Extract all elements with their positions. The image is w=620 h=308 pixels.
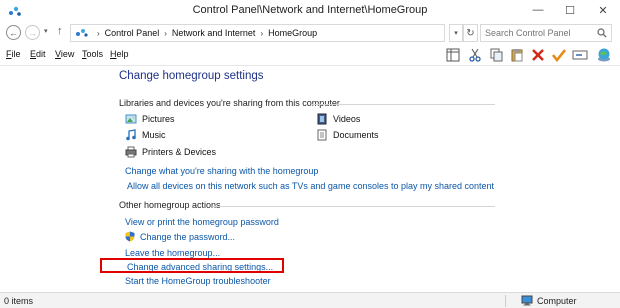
library-label: Pictures <box>142 114 175 124</box>
copy-icon[interactable] <box>487 46 505 64</box>
globe-icon[interactable] <box>595 46 613 64</box>
forward-button[interactable]: → <box>25 25 40 40</box>
page-title: Change homegroup settings <box>119 70 264 82</box>
uac-shield-icon <box>125 231 135 242</box>
breadcrumb-separator: › <box>260 28 264 38</box>
main-content: Change homegroup settings Libraries and … <box>0 66 620 292</box>
highlight-annotation <box>100 258 284 273</box>
breadcrumb-network-and-internet[interactable]: Network and Internet <box>172 28 256 38</box>
address-bar[interactable]: › Control Panel › Network and Internet ›… <box>70 24 445 42</box>
item-count: 0 items <box>4 296 34 306</box>
search-icon[interactable] <box>597 28 607 38</box>
pictures-icon <box>125 114 137 124</box>
change-sharing-link[interactable]: Change what you're sharing with the home… <box>125 166 318 176</box>
menu-tools[interactable]: Tools <box>82 49 103 59</box>
menu-edit[interactable]: Edit <box>30 49 46 59</box>
minimize-button[interactable]: — <box>524 0 552 20</box>
library-label: Videos <box>333 114 361 124</box>
actions-heading: Other homegroup actions <box>119 200 221 210</box>
change-password-link[interactable]: Change the password... <box>125 231 235 242</box>
navigation-bar: ← → ▾ ↑ › Control Panel › Network and In… <box>0 22 620 44</box>
maximize-button[interactable]: ☐ <box>556 0 584 20</box>
music-icon <box>126 129 136 141</box>
documents-icon <box>317 129 327 141</box>
libraries-heading: Libraries and devices you're sharing fro… <box>119 98 340 108</box>
library-printers: Printers & Devices <box>125 146 216 158</box>
menu-file[interactable]: File <box>6 49 21 59</box>
troubleshooter-link[interactable]: Start the HomeGroup troubleshooter <box>125 276 271 286</box>
status-divider <box>505 295 506 307</box>
cut-icon[interactable] <box>466 46 484 64</box>
menu-bar: File Edit View Tools Help <box>0 44 620 66</box>
libraries-divider <box>312 104 495 105</box>
menu-view[interactable]: View <box>55 49 74 59</box>
allow-devices-link[interactable]: Allow all devices on this network such a… <box>127 181 494 191</box>
breadcrumb-separator: › <box>164 28 167 38</box>
computer-icon <box>521 295 533 306</box>
library-documents: Documents <box>316 129 379 141</box>
actions-divider <box>212 206 495 207</box>
leave-homegroup-link[interactable]: Leave the homegroup... <box>125 248 220 258</box>
address-dropdown-button[interactable]: ▾ <box>449 24 463 42</box>
rename-icon[interactable] <box>571 46 589 64</box>
refresh-button[interactable]: ↻ <box>463 24 478 42</box>
library-music: Music <box>125 129 166 141</box>
recent-locations-dropdown[interactable]: ▾ <box>44 27 48 35</box>
change-password-label: Change the password... <box>140 231 236 242</box>
library-label: Documents <box>333 130 379 140</box>
status-bar: 0 items Computer <box>0 292 620 308</box>
paste-icon[interactable] <box>508 46 526 64</box>
delete-icon[interactable] <box>529 46 547 64</box>
printer-icon <box>125 146 137 158</box>
homegroup-crumb-icon <box>76 29 88 37</box>
menu-help[interactable]: Help <box>110 49 129 59</box>
breadcrumb-control-panel[interactable]: Control Panel <box>105 28 160 38</box>
search-box[interactable] <box>480 24 612 42</box>
library-label: Printers & Devices <box>142 147 217 157</box>
videos-icon <box>317 113 327 125</box>
checkmark-icon[interactable] <box>550 46 568 64</box>
view-print-password-link[interactable]: View or print the homegroup password <box>125 217 279 227</box>
library-label: Music <box>142 130 166 140</box>
breadcrumb-homegroup[interactable]: HomeGroup <box>268 28 317 38</box>
up-button[interactable]: ↑ <box>57 25 63 37</box>
close-button[interactable]: ✕ <box>588 0 618 20</box>
back-button[interactable]: ← <box>6 25 21 40</box>
status-location-label: Computer <box>537 295 577 306</box>
status-location: Computer <box>521 295 577 306</box>
search-input[interactable] <box>485 28 595 38</box>
library-pictures: Pictures <box>125 113 175 125</box>
library-videos: Videos <box>316 113 360 125</box>
title-bar: Control Panel\Network and Internet\HomeG… <box>0 0 620 22</box>
layout-pane-icon[interactable] <box>444 46 462 64</box>
breadcrumb-separator: › <box>97 28 100 38</box>
